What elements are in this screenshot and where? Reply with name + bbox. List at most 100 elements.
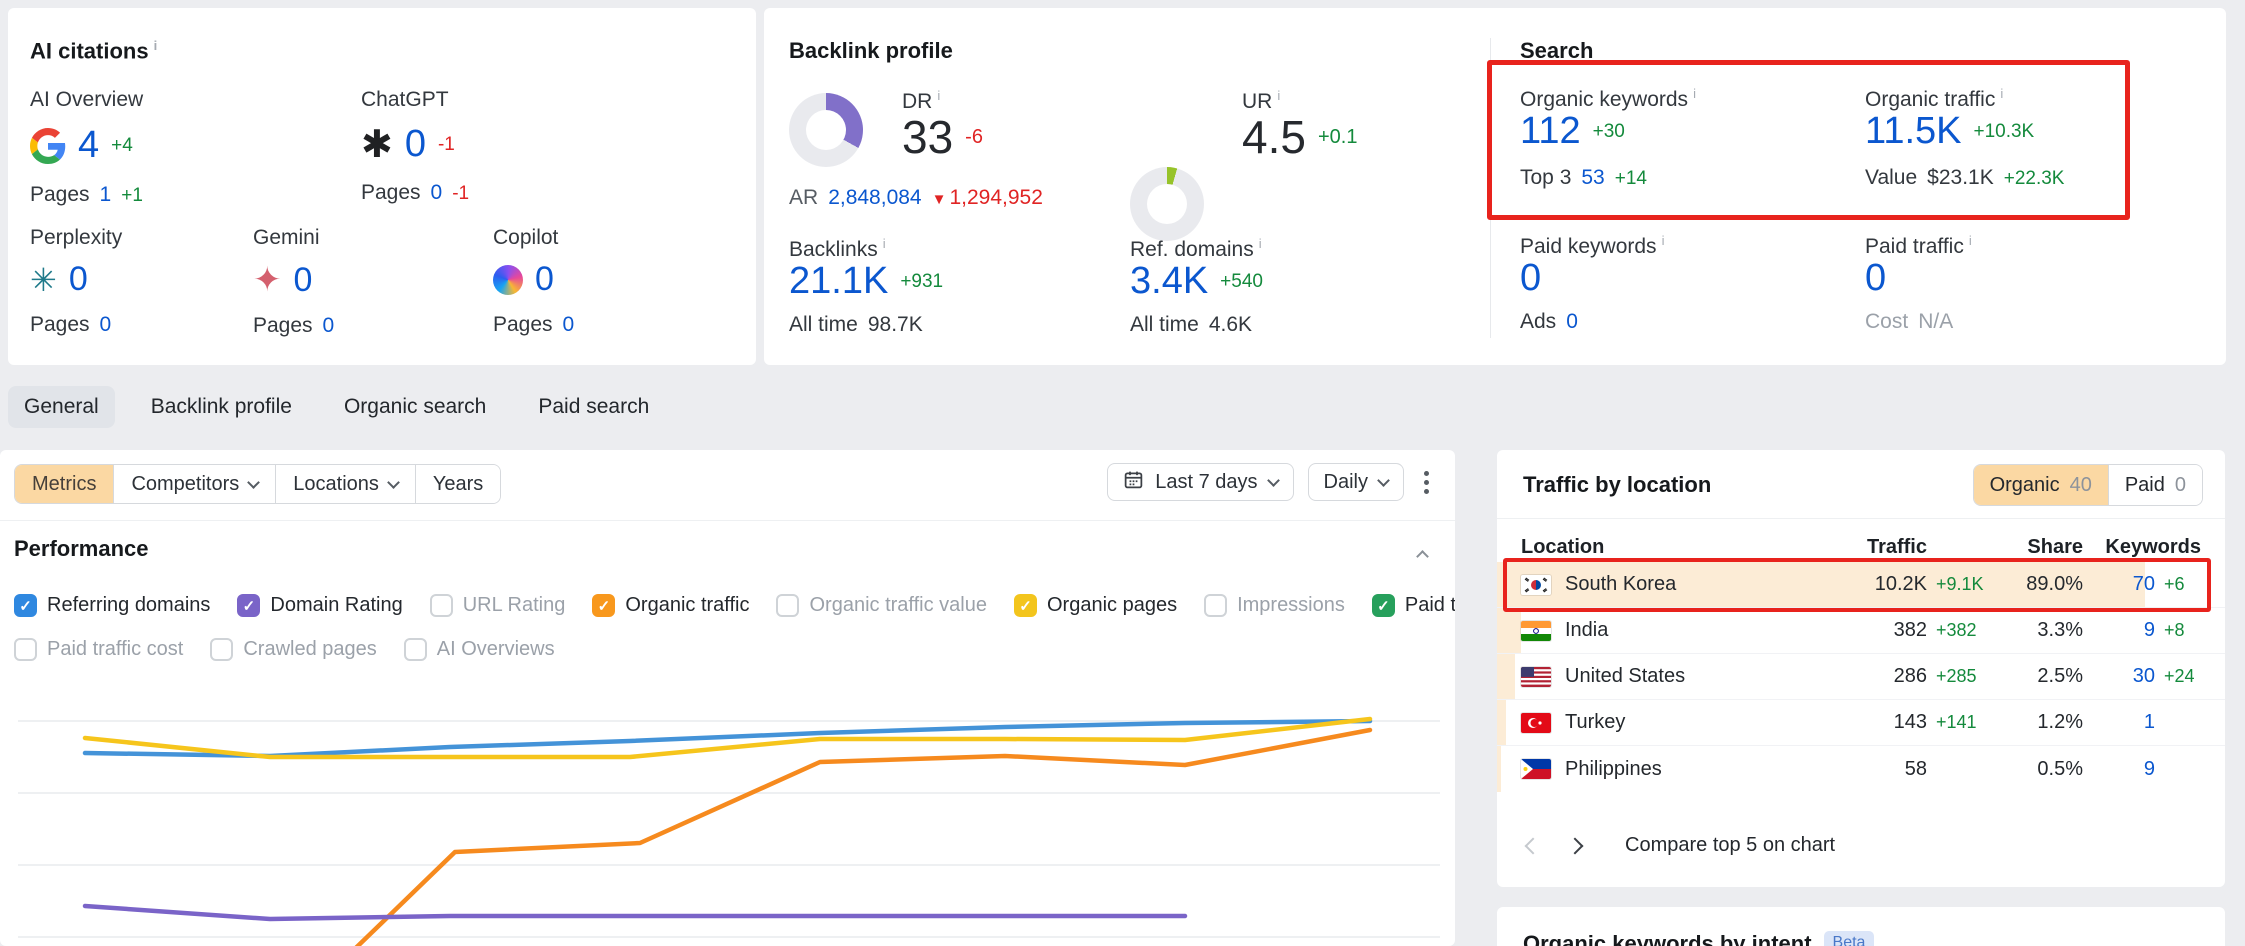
keywords-value[interactable]: 9 bbox=[2097, 619, 2155, 642]
col-share[interactable]: Share bbox=[2003, 536, 2083, 559]
checkbox-checked-icon[interactable]: ✓ bbox=[1014, 594, 1037, 617]
organic-keywords-label[interactable]: Organic keywords bbox=[1520, 86, 1696, 112]
metrics-button[interactable]: Metrics bbox=[15, 465, 113, 503]
organic-traffic-value[interactable]: 11.5K bbox=[1865, 110, 1961, 153]
tab-backlink-profile[interactable]: Backlink profile bbox=[135, 386, 308, 428]
organic-paid-toggle: Organic 40 Paid 0 bbox=[1973, 464, 2203, 506]
paid-traffic-value[interactable]: 0 bbox=[1865, 257, 1886, 300]
metric-checkbox-ai-overviews[interactable]: AI Overviews bbox=[404, 638, 555, 661]
pages-value[interactable]: 0 bbox=[100, 313, 112, 337]
paid-traffic-label[interactable]: Paid traffic bbox=[1865, 233, 1972, 259]
metric-checkbox-paid-traffic-cost[interactable]: Paid traffic cost bbox=[14, 638, 183, 661]
pages-label: Pages bbox=[361, 181, 421, 205]
refdomains-value[interactable]: 3.4K bbox=[1130, 260, 1208, 303]
toggle-organic[interactable]: Organic 40 bbox=[1974, 465, 2108, 505]
col-traffic[interactable]: Traffic bbox=[1835, 536, 1927, 559]
checkbox-unchecked-icon[interactable] bbox=[14, 638, 37, 661]
google-icon bbox=[30, 128, 66, 164]
location-row-south-korea[interactable]: South Korea10.2K+9.1K89.0%70+6 bbox=[1497, 562, 2225, 608]
pages-value[interactable]: 0 bbox=[431, 181, 443, 205]
flag-south-korea-icon bbox=[1521, 575, 1551, 595]
checkbox-checked-icon[interactable]: ✓ bbox=[237, 594, 260, 617]
keywords-value[interactable]: 70 bbox=[2097, 573, 2155, 596]
refdomains-alltime-label: All time bbox=[1130, 313, 1199, 337]
metric-checkbox-organic-pages[interactable]: ✓Organic pages bbox=[1014, 594, 1177, 617]
backlink-profile-title: Backlink profile bbox=[789, 38, 953, 64]
metric-checkbox-impressions[interactable]: Impressions bbox=[1204, 594, 1345, 617]
location-row-united-states[interactable]: United States286+2852.5%30+24 bbox=[1497, 654, 2225, 700]
location-table-header: Location Traffic Share Keywords bbox=[1497, 530, 2225, 564]
keywords-value[interactable]: 1 bbox=[2097, 711, 2155, 734]
metric-checkbox-paid-traffic[interactable]: ✓Paid traffic bbox=[1372, 594, 1455, 617]
organic-keywords-value[interactable]: 112 bbox=[1520, 110, 1581, 153]
granularity-button[interactable]: Daily bbox=[1308, 463, 1404, 501]
organic-traffic-label[interactable]: Organic traffic bbox=[1865, 86, 2003, 112]
copilot-count[interactable]: 0 bbox=[535, 260, 554, 299]
locations-button[interactable]: Locations bbox=[275, 465, 415, 503]
date-range-button[interactable]: Last 7 days bbox=[1107, 463, 1293, 501]
chatgpt-delta: -1 bbox=[438, 134, 455, 156]
more-options-kebab-icon[interactable] bbox=[1418, 465, 1435, 500]
checkbox-checked-icon[interactable]: ✓ bbox=[592, 594, 615, 617]
checkbox-unchecked-icon[interactable] bbox=[430, 594, 453, 617]
competitors-button[interactable]: Competitors bbox=[113, 465, 275, 503]
paid-keywords-value[interactable]: 0 bbox=[1520, 257, 1541, 300]
metric-checkbox-organic-traffic[interactable]: ✓Organic traffic bbox=[592, 594, 749, 617]
checkbox-checked-icon[interactable]: ✓ bbox=[14, 594, 37, 617]
perplexity-count[interactable]: 0 bbox=[69, 260, 88, 299]
ai-item-ai-overview: AI Overview 4 +4 Pages 1 +1 bbox=[30, 88, 350, 207]
ai-item-perplexity: Perplexity ✳ 0 Pages 0 bbox=[30, 226, 230, 337]
collapse-chevron-up-icon[interactable] bbox=[1416, 550, 1429, 563]
share-value: 2.5% bbox=[2003, 665, 2083, 688]
toggle-paid[interactable]: Paid 0 bbox=[2108, 465, 2202, 505]
checkbox-checked-icon[interactable]: ✓ bbox=[1372, 594, 1395, 617]
metric-checkbox-domain-rating[interactable]: ✓Domain Rating bbox=[237, 594, 402, 617]
backlinks-value[interactable]: 21.1K bbox=[789, 260, 888, 303]
keywords-by-intent-title: Organic keywords by intentBeta bbox=[1523, 931, 1874, 946]
tab-paid-search[interactable]: Paid search bbox=[522, 386, 665, 428]
keywords-delta: +8 bbox=[2155, 620, 2201, 641]
checkbox-unchecked-icon[interactable] bbox=[210, 638, 233, 661]
gemini-count[interactable]: 0 bbox=[294, 261, 313, 300]
metric-checkbox-referring-domains[interactable]: ✓Referring domains bbox=[14, 594, 210, 617]
location-row-india[interactable]: India382+3823.3%9+8 bbox=[1497, 608, 2225, 654]
tab-general[interactable]: General bbox=[8, 386, 115, 428]
location-name: South Korea bbox=[1565, 573, 1676, 596]
prev-page-chevron-icon[interactable] bbox=[1525, 837, 1542, 854]
location-row-philippines[interactable]: Philippines580.5%9 bbox=[1497, 746, 2225, 792]
ads-value[interactable]: 0 bbox=[1566, 310, 1578, 334]
checkbox-unchecked-icon[interactable] bbox=[776, 594, 799, 617]
keywords-value[interactable]: 30 bbox=[2097, 665, 2155, 688]
ai-item-label: Perplexity bbox=[30, 226, 230, 250]
metric-checkbox-organic-traffic-value[interactable]: Organic traffic value bbox=[776, 594, 987, 617]
paid-keywords-label[interactable]: Paid keywords bbox=[1520, 233, 1664, 259]
tab-organic-search[interactable]: Organic search bbox=[328, 386, 502, 428]
ar-value[interactable]: 2,848,084 bbox=[828, 186, 921, 210]
top3-value[interactable]: 53 bbox=[1581, 166, 1604, 190]
col-keywords[interactable]: Keywords bbox=[2097, 536, 2201, 559]
next-page-chevron-icon[interactable] bbox=[1567, 837, 1584, 854]
years-button[interactable]: Years bbox=[415, 465, 500, 503]
metric-checkbox-url-rating[interactable]: URL Rating bbox=[430, 594, 566, 617]
compare-top5-link[interactable]: Compare top 5 on chart bbox=[1625, 834, 1835, 857]
date-controls: Last 7 days Daily bbox=[1107, 463, 1435, 501]
performance-line-chart[interactable] bbox=[0, 676, 1455, 946]
backlinks-alltime-label: All time bbox=[789, 313, 858, 337]
keywords-value[interactable]: 9 bbox=[2097, 758, 2155, 781]
refdomains-label[interactable]: Ref. domains bbox=[1130, 236, 1262, 262]
ai-item-copilot: Copilot 0 Pages 0 bbox=[493, 226, 693, 337]
location-row-turkey[interactable]: Turkey143+1411.2%1 bbox=[1497, 700, 2225, 746]
checkbox-unchecked-icon[interactable] bbox=[1204, 594, 1227, 617]
backlinks-label[interactable]: Backlinks bbox=[789, 236, 886, 262]
metric-checkbox-crawled-pages[interactable]: Crawled pages bbox=[210, 638, 376, 661]
value-amount: $23.1K bbox=[1927, 166, 1994, 190]
checkbox-unchecked-icon[interactable] bbox=[404, 638, 427, 661]
share-bar bbox=[1497, 608, 1521, 653]
pages-value[interactable]: 0 bbox=[563, 313, 575, 337]
ai-overview-count[interactable]: 4 bbox=[78, 124, 99, 167]
pages-value[interactable]: 0 bbox=[323, 314, 335, 338]
pages-value[interactable]: 1 bbox=[100, 183, 112, 207]
ai-citations-title: AI citations bbox=[30, 38, 157, 64]
chatgpt-count[interactable]: 0 bbox=[405, 123, 426, 166]
cost-value: N/A bbox=[1918, 310, 1953, 334]
